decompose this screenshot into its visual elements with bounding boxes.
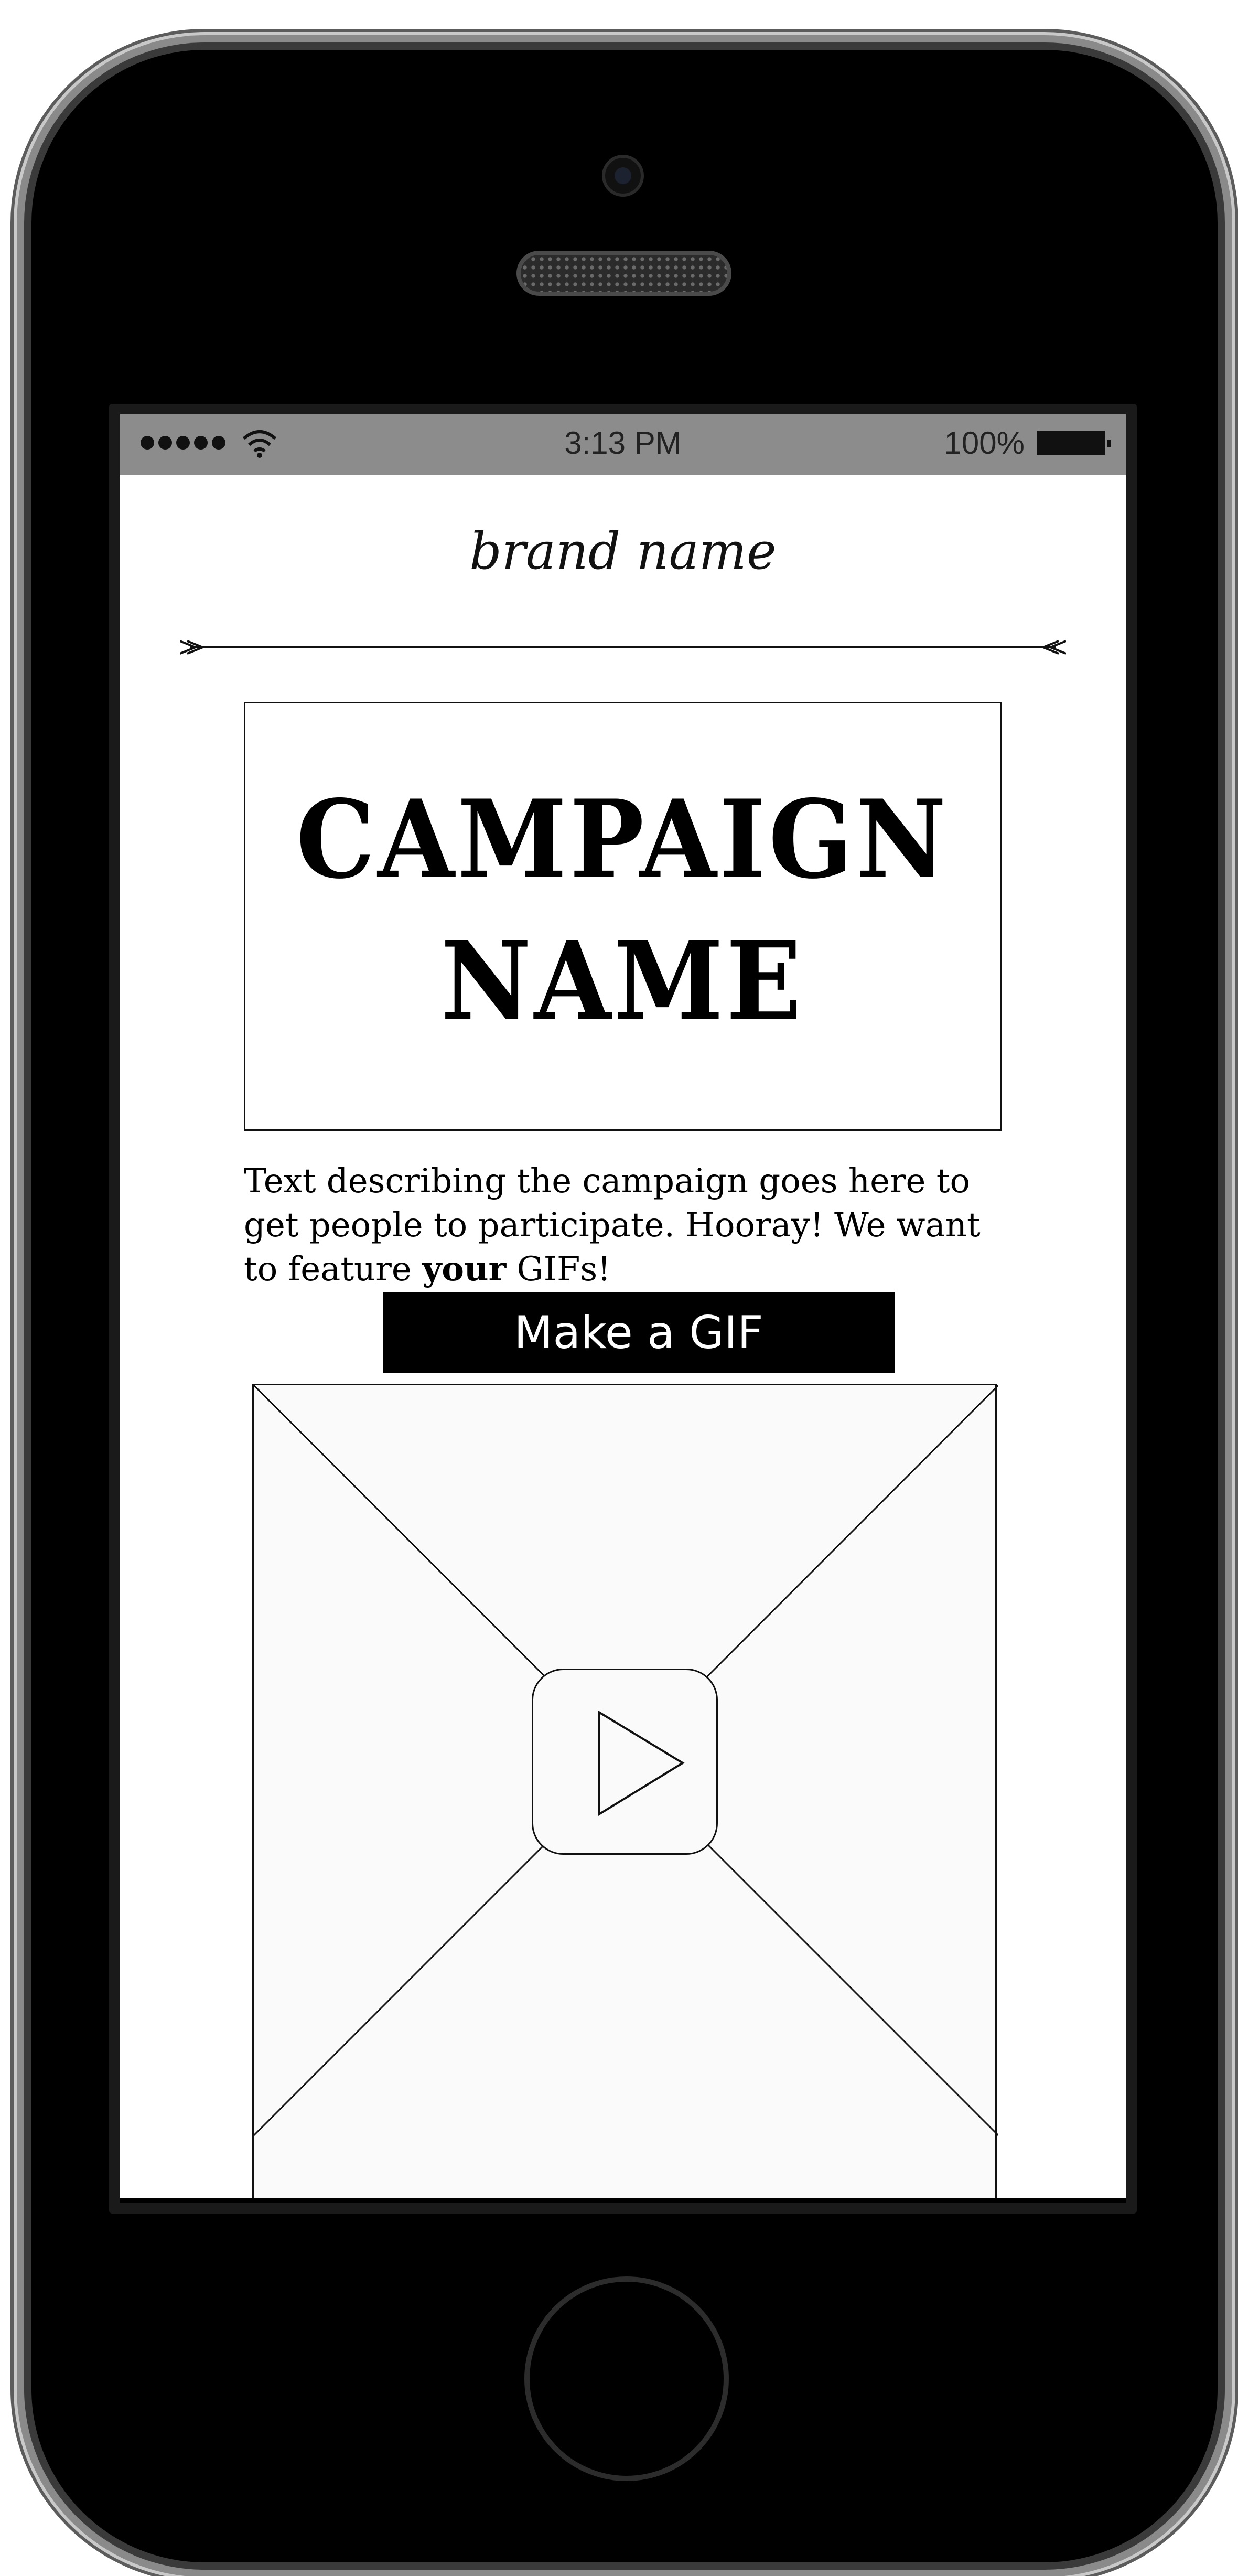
campaign-title-line1: CAMPAIGN	[296, 777, 950, 903]
battery-percent: 100%	[944, 425, 1025, 461]
phone-screen: 3:13 PM 100% brand name CAMPAIGN NAME Te…	[120, 414, 1126, 2198]
speaker-grille	[516, 251, 731, 296]
mute-switch	[20, 399, 33, 504]
brand-name: brand name	[469, 522, 777, 581]
description-text-2: GIFs!	[506, 1250, 611, 1289]
campaign-title: CAMPAIGN NAME	[276, 769, 970, 1052]
campaign-title-box: CAMPAIGN NAME	[244, 702, 1002, 1131]
volume-down-button	[20, 850, 33, 934]
status-bar: 3:13 PM 100%	[120, 414, 1126, 475]
campaign-title-line2: NAME	[440, 918, 805, 1044]
play-icon	[598, 1710, 685, 1816]
home-button[interactable]	[524, 2276, 729, 2481]
volume-up-button	[20, 640, 33, 724]
play-button[interactable]	[532, 1669, 718, 1855]
video-placeholder[interactable]	[252, 1384, 998, 2198]
description-text-1: Text describing the campaign goes here t…	[244, 1162, 981, 1289]
campaign-description: Text describing the campaign goes here t…	[244, 1159, 1009, 1291]
make-gif-button[interactable]: Make a GIF	[383, 1292, 895, 1373]
battery-icon	[1037, 431, 1111, 455]
description-emphasis: your	[422, 1249, 507, 1289]
arrow-divider-icon	[180, 640, 1066, 655]
camera-icon	[602, 155, 644, 197]
